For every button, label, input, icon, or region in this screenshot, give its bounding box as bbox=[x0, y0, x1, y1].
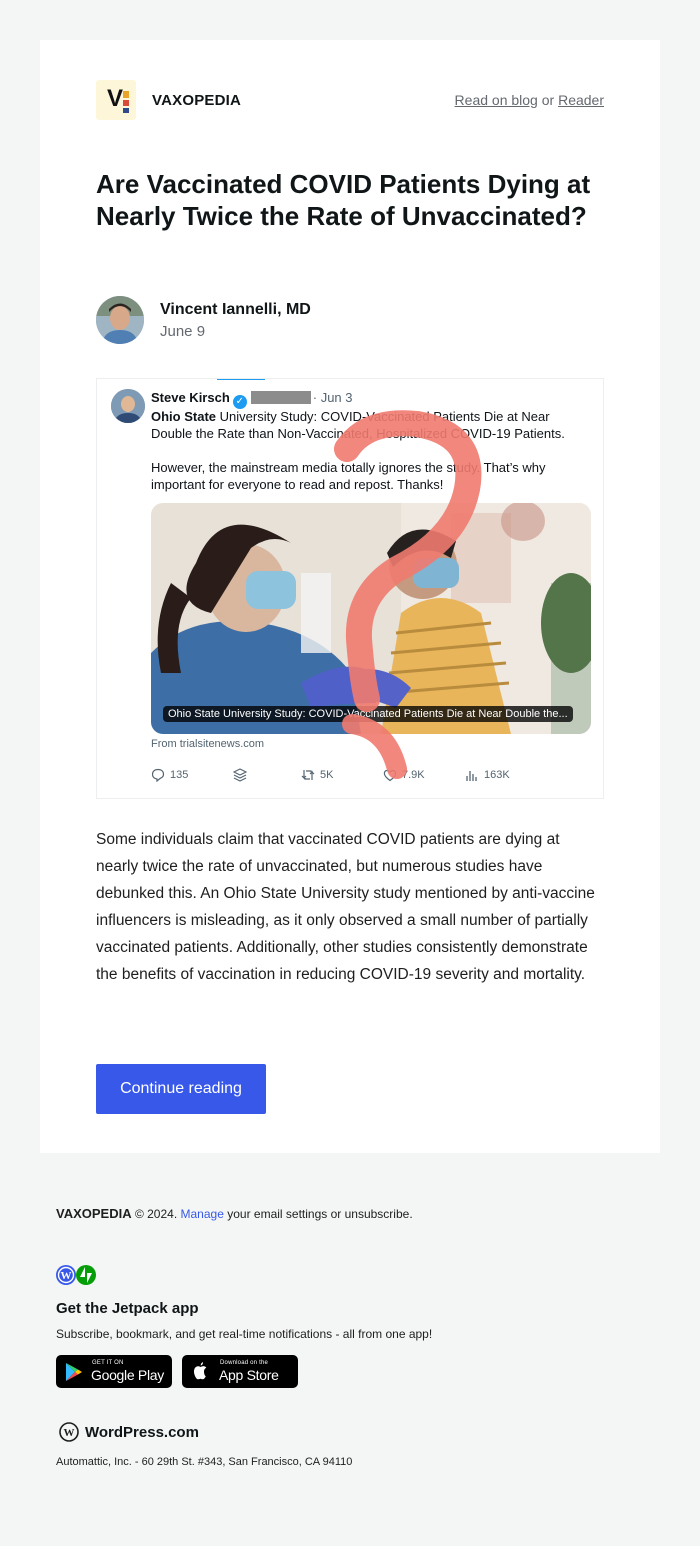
embed-accent-line bbox=[217, 379, 265, 380]
logo-bar bbox=[123, 91, 129, 98]
jetpack-title: Get the Jetpack app bbox=[56, 1300, 199, 1317]
tweet-text: Ohio State University Study: COVID-Vacci… bbox=[151, 408, 591, 493]
tweet-text-2: However, the mainstream media totally ig… bbox=[151, 460, 546, 492]
google-play-text: Google Play bbox=[91, 1367, 164, 1383]
tweet-author-name: Steve Kirsch bbox=[151, 390, 230, 405]
site-name[interactable]: VAXOPEDIA bbox=[152, 92, 241, 109]
post-summary: Some individuals claim that vaccinated C… bbox=[96, 831, 595, 983]
logo-bar bbox=[123, 100, 129, 106]
retweet-count: 5K bbox=[320, 769, 334, 781]
footer-manage-text: your email settings or unsubscribe. bbox=[227, 1207, 413, 1221]
apple-icon bbox=[193, 1362, 207, 1380]
tweet-text-bold: Ohio State bbox=[151, 409, 217, 424]
reply-icon bbox=[151, 768, 165, 782]
heart-icon bbox=[383, 769, 397, 782]
app-store-text: App Store bbox=[219, 1367, 279, 1383]
redacted-handle bbox=[250, 391, 311, 404]
tweet-date: · Jun 3 bbox=[312, 390, 353, 405]
or-text: or bbox=[541, 92, 555, 108]
site-logo[interactable]: V bbox=[96, 80, 136, 120]
media-caption: Ohio State University Study: COVID-Vacci… bbox=[163, 706, 573, 722]
view-count: 163K bbox=[484, 769, 510, 781]
google-play-button[interactable]: GET IT ON Google Play bbox=[56, 1355, 172, 1388]
tweet-embed-image[interactable]: Steve Kirsch ✓ · Jun 3 Ohio State Universi… bbox=[96, 378, 604, 799]
site-header: V VAXOPEDIA Read on blog or Reader bbox=[96, 80, 604, 120]
top-links: Read on blog or Reader bbox=[455, 92, 604, 108]
like-count: 7.9K bbox=[402, 769, 425, 781]
svg-text:W: W bbox=[61, 1270, 72, 1282]
reply-action: 135 bbox=[151, 768, 188, 782]
svg-text:W: W bbox=[64, 1427, 75, 1439]
email-card: V VAXOPEDIA Read on blog or Reader Are V… bbox=[40, 40, 660, 1153]
layers-icon bbox=[233, 768, 247, 782]
google-play-small-text: GET IT ON bbox=[92, 1360, 124, 1366]
tweet-author-avatar bbox=[111, 389, 145, 423]
reader-link[interactable]: Reader bbox=[558, 92, 604, 108]
tweet-media-photo: Ohio State University Study: COVID-Vacci… bbox=[151, 503, 591, 734]
tweet-link-source: From trialsitenews.com bbox=[151, 738, 265, 750]
post-title[interactable]: Are Vaccinated COVID Patients Dying at N… bbox=[96, 168, 616, 232]
tweet-header: Steve Kirsch ✓ · Jun 3 bbox=[151, 390, 353, 409]
jetpack-subtitle: Subscribe, bookmark, and get real-time n… bbox=[56, 1327, 433, 1341]
views-action: 163K bbox=[465, 768, 510, 782]
author-row: Vincent Iannelli, MD June 9 bbox=[96, 296, 496, 346]
logo-bar bbox=[123, 108, 129, 113]
footer-site-name: VAXOPEDIA bbox=[56, 1206, 132, 1221]
wordpress-brand[interactable]: W WordPress.com bbox=[59, 1422, 199, 1442]
wordpress-logo-icon: W bbox=[59, 1422, 79, 1442]
footer-copyright: © 2024. bbox=[134, 1207, 178, 1221]
continue-reading-button[interactable]: Continue reading bbox=[96, 1064, 266, 1114]
author-name[interactable]: Vincent Iannelli, MD bbox=[160, 301, 311, 319]
footer: VAXOPEDIA © 2024. Manage your email sett… bbox=[56, 1206, 656, 1468]
site-logo-letter: V bbox=[107, 85, 124, 112]
retweet-icon bbox=[301, 770, 315, 780]
stack-action bbox=[233, 768, 247, 782]
wordpress-brand-text: WordPress.com bbox=[85, 1423, 199, 1441]
verified-icon: ✓ bbox=[232, 395, 247, 409]
retweet-action: 5K bbox=[301, 768, 333, 782]
bar-chart-icon bbox=[466, 771, 477, 781]
app-store-small-text: Download on the bbox=[220, 1360, 269, 1366]
like-action: 7.9K bbox=[383, 768, 425, 782]
company-address: Automattic, Inc. - 60 29th St. #343, San… bbox=[56, 1456, 353, 1468]
author-avatar bbox=[96, 296, 144, 344]
app-store-button[interactable]: Download on the App Store bbox=[182, 1355, 298, 1388]
google-play-icon bbox=[66, 1363, 82, 1381]
manage-link[interactable]: Manage bbox=[181, 1207, 224, 1221]
tweet-actions: 135 5K 7.9K 163K bbox=[151, 768, 591, 784]
post-date: June 9 bbox=[160, 323, 206, 340]
read-on-blog-link[interactable]: Read on blog bbox=[455, 92, 538, 108]
wordpress-jetpack-icons: W bbox=[56, 1265, 96, 1285]
footer-settings-line: VAXOPEDIA © 2024. Manage your email sett… bbox=[56, 1206, 656, 1221]
reply-count: 135 bbox=[170, 769, 189, 781]
